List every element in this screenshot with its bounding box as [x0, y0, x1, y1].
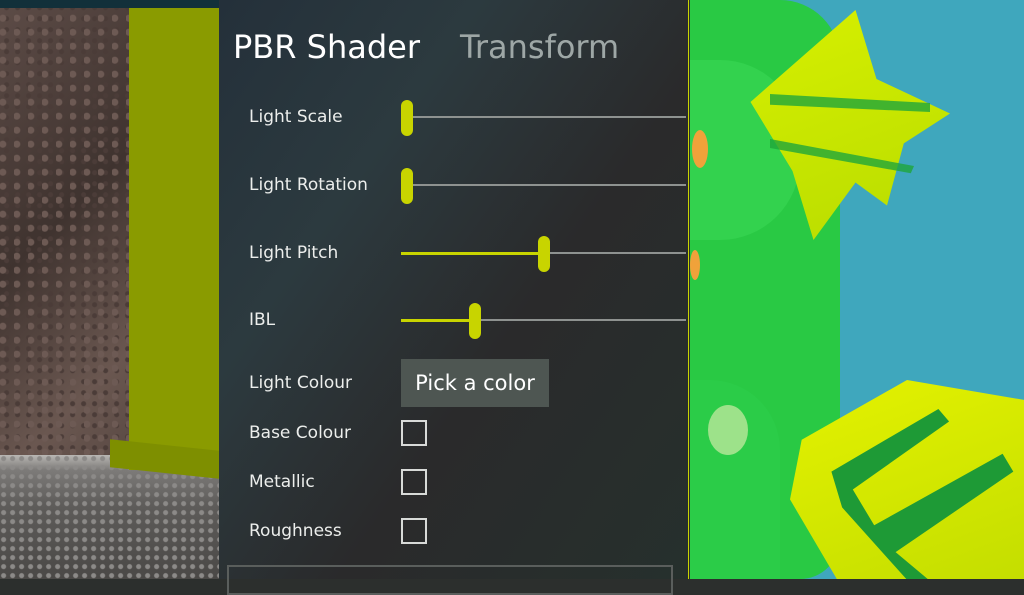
metallic-label: Metallic — [249, 472, 315, 492]
pick-color-button[interactable]: Pick a color — [401, 359, 549, 407]
light-rotation-label: Light Rotation — [249, 175, 368, 195]
slider-thumb[interactable] — [537, 236, 550, 272]
base-colour-checkbox[interactable] — [401, 420, 427, 446]
settings-panel: PBR Shader Transform Light Scale Light R… — [219, 0, 689, 595]
light-scale-label: Light Scale — [249, 107, 343, 127]
light-pitch-label: Light Pitch — [249, 243, 339, 263]
light-rotation-slider[interactable] — [400, 168, 686, 204]
next-section-box[interactable] — [227, 565, 673, 595]
light-rotation-row: Light Rotation — [249, 165, 686, 205]
light-scale-row: Light Scale — [249, 97, 686, 137]
slider-thumb[interactable] — [400, 100, 413, 136]
roughness-label: Roughness — [249, 521, 342, 541]
ibl-row: IBL — [249, 300, 686, 340]
viewport-top-edge — [0, 0, 220, 8]
slider-fill — [401, 319, 476, 322]
dragon-cheek — [692, 130, 708, 168]
ibl-label: IBL — [249, 310, 276, 330]
light-scale-slider[interactable] — [400, 100, 686, 136]
tab-transform[interactable]: Transform — [460, 26, 619, 68]
roughness-row: Roughness — [249, 511, 669, 551]
base-colour-row: Base Colour — [249, 413, 669, 453]
slider-thumb[interactable] — [400, 168, 413, 204]
light-pitch-slider[interactable] — [401, 236, 686, 272]
light-pitch-row: Light Pitch — [249, 233, 686, 273]
tab-pbr-shader[interactable]: PBR Shader — [233, 26, 420, 68]
slider-fill — [401, 252, 544, 255]
light-colour-label: Light Colour — [249, 373, 352, 393]
tab-bar: PBR Shader Transform — [233, 26, 619, 68]
metallic-checkbox[interactable] — [401, 469, 427, 495]
light-colour-row: Light Colour Pick a color — [249, 359, 669, 407]
slider-track — [401, 184, 686, 186]
base-colour-label: Base Colour — [249, 423, 351, 443]
ibl-slider[interactable] — [401, 303, 686, 339]
slider-track — [401, 116, 686, 118]
dragon-cheek-lower — [690, 250, 700, 280]
olive-block — [129, 8, 219, 470]
roughness-checkbox[interactable] — [401, 518, 427, 544]
metallic-row: Metallic — [249, 462, 669, 502]
dragon-eye — [708, 405, 748, 455]
slider-thumb[interactable] — [469, 303, 482, 339]
